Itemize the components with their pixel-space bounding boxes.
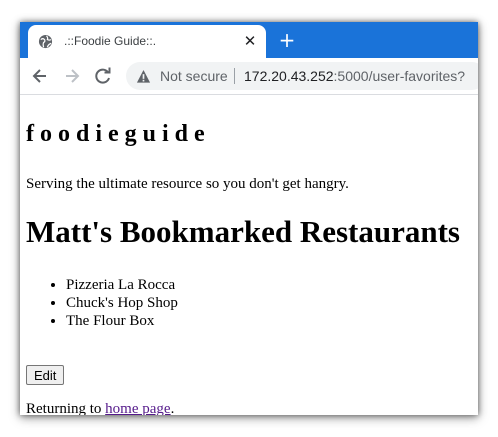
security-status[interactable]: Not secure [160, 68, 228, 84]
reload-icon[interactable] [93, 66, 113, 86]
edit-button[interactable]: Edit [26, 365, 65, 385]
returning-suffix: . [170, 401, 175, 415]
globe-icon [38, 34, 53, 49]
tab-strip: .::Foodie Guide::. ✕ + [20, 22, 478, 58]
list-item: Chuck's Hop Shop [66, 294, 178, 312]
active-tab[interactable]: .::Foodie Guide::. ✕ [28, 25, 266, 58]
list-item: Pizzeria La Rocca [66, 276, 178, 294]
favorites-list: Pizzeria La Rocca Chuck's Hop Shop The F… [26, 276, 178, 330]
browser-window: .::Foodie Guide::. ✕ + Not secure 172.20… [20, 22, 478, 415]
page-content: f o o d i e g u i d e Serving the ultima… [20, 95, 478, 415]
back-icon[interactable] [30, 66, 50, 86]
returning-prefix: Returning to [26, 401, 106, 415]
tab-title: .::Foodie Guide::. [64, 34, 157, 48]
returning-message: Returning to home page. [26, 401, 174, 415]
url-text[interactable]: 172.20.43.252:5000/user-favorites? [244, 68, 465, 84]
address-bar[interactable]: Not secure 172.20.43.252:5000/user-favor… [126, 62, 478, 90]
warning-icon [136, 69, 151, 83]
url-path: :5000/user-favorites? [333, 68, 466, 84]
omnibox-separator [234, 68, 235, 84]
forward-icon[interactable] [62, 66, 82, 86]
home-page-link[interactable]: home page [105, 401, 170, 415]
tagline: Serving the ultimate resource so you don… [26, 176, 349, 192]
page-title: Matt's Bookmarked Restaurants [26, 214, 460, 249]
close-icon[interactable]: ✕ [242, 33, 258, 49]
new-tab-icon[interactable]: + [276, 29, 298, 51]
site-title: f o o d i e g u i d e [26, 121, 205, 147]
browser-toolbar: Not secure 172.20.43.252:5000/user-favor… [20, 58, 478, 95]
list-item: The Flour Box [66, 312, 178, 330]
url-host: 172.20.43.252 [244, 68, 334, 84]
